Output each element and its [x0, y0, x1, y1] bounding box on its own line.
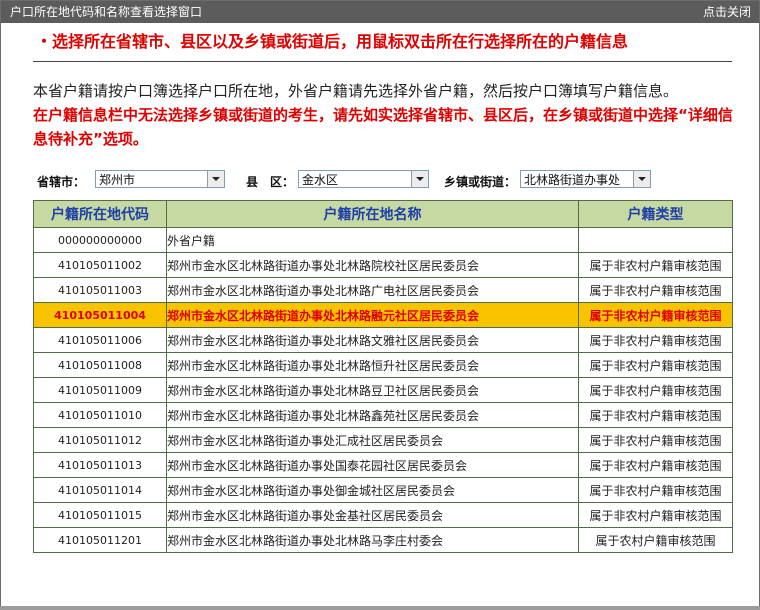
bottom-edge [0, 606, 760, 610]
town-select-value: 北林路街道办事处 [524, 173, 621, 187]
cell-code: 410105011013 [33, 452, 167, 478]
close-button[interactable]: 点击关闭 [703, 1, 751, 23]
instruction-note: 本省户籍请按户口簿选择户口所在地，外省户籍请先选择外省户籍，然后按户口簿填写户籍… [33, 79, 733, 151]
cell-type: 属于非农村户籍审核范围 [578, 427, 733, 453]
table-row[interactable]: 410105011201 郑州市金水区北林路街道办事处北林路马李庄村委会 属于农村户… [33, 527, 733, 553]
popup-window: 户口所在地代码和名称查看选择窗口 点击关闭 ・选择所在省辖市、县区以及乡镇或街道… [0, 0, 760, 608]
cell-name: 郑州市金水区北林路街道办事处北林路广电社区居民委员会 [166, 277, 579, 303]
column-header-code: 户籍所在地代码 [33, 200, 167, 228]
cell-code: 410105011014 [33, 477, 167, 503]
table-row[interactable]: 410105011012 郑州市金水区北林路街道办事处汇成社区居民委员会 属于非农村… [33, 427, 733, 453]
cell-code: 410105011010 [33, 402, 167, 428]
cell-code: 410105011012 [33, 427, 167, 453]
cell-code: 410105011009 [33, 377, 167, 403]
cell-type: 属于非农村户籍审核范围 [578, 327, 733, 353]
cell-type: 属于非农村户籍审核范围 [578, 502, 733, 528]
table-row[interactable]: 410105011010 郑州市金水区北林路街道办事处北林路鑫苑社区居民委员会 属于… [33, 402, 733, 428]
cell-type: 属于非农村户籍审核范围 [578, 352, 733, 378]
cell-type: 属于非农村户籍审核范围 [578, 377, 733, 403]
cell-type: 属于农村户籍审核范围 [578, 527, 733, 553]
cell-type: 属于非农村户籍审核范围 [578, 402, 733, 428]
note-text: 本省户籍请按户口簿选择户口所在地，外省户籍请先选择外省户籍，然后按户口簿填写户籍… [33, 82, 679, 100]
table-header-row: 户籍所在地代码 户籍所在地名称 户籍类型 [33, 200, 733, 228]
table-row[interactable]: 410105011004 郑州市金水区北林路街道办事处北林路融元社区居民委员会 属于… [33, 302, 733, 328]
cell-name: 郑州市金水区北林路街道办事处汇成社区居民委员会 [166, 427, 579, 453]
cell-name: 郑州市金水区北林路街道办事处北林路鑫苑社区居民委员会 [166, 402, 579, 428]
title-bar: 户口所在地代码和名称查看选择窗口 点击关闭 [1, 1, 759, 23]
chevron-down-icon[interactable] [633, 171, 650, 187]
cell-type: 属于非农村户籍审核范围 [578, 277, 733, 303]
instruction-headline: ・选择所在省辖市、县区以及乡镇或街道后，用鼠标双击所在行选择所在的户籍信息 [36, 32, 629, 51]
cell-type: 属于非农村户籍审核范围 [578, 477, 733, 503]
column-header-type: 户籍类型 [578, 200, 733, 228]
window-title: 户口所在地代码和名称查看选择窗口 [10, 5, 203, 19]
table-row[interactable]: 410105011009 郑州市金水区北林路街道办事处北林路豆卫社区居民委员会 属于… [33, 377, 733, 403]
cell-type: 属于非农村户籍审核范围 [578, 302, 733, 328]
cell-type [578, 227, 733, 253]
chevron-down-icon[interactable] [207, 171, 224, 187]
cell-code: 410105011008 [33, 352, 167, 378]
city-label: 省辖市： [37, 175, 86, 189]
cell-code: 410105011002 [33, 252, 167, 278]
cell-type: 属于非农村户籍审核范围 [578, 252, 733, 278]
cell-type: 属于非农村户籍审核范围 [578, 452, 733, 478]
chevron-down-icon[interactable] [411, 171, 428, 187]
table-row[interactable]: 410105011008 郑州市金水区北林路街道办事处北林路恒升社区居民委员会 属于… [33, 352, 733, 378]
table-row[interactable]: 410105011006 郑州市金水区北林路街道办事处北林路文雅社区居民委员会 属于… [33, 327, 733, 353]
table-row[interactable]: 410105011015 郑州市金水区北林路街道办事处金基社区居民委员会 属于非农村… [33, 502, 733, 528]
cell-code: 410105011006 [33, 327, 167, 353]
cell-name: 郑州市金水区北林路街道办事处御金城社区居民委员会 [166, 477, 579, 503]
cell-name: 郑州市金水区北林路街道办事处北林路马李庄村委会 [166, 527, 579, 553]
cell-name: 郑州市金水区北林路街道办事处北林路恒升社区居民委员会 [166, 352, 579, 378]
divider [33, 61, 732, 62]
table-row[interactable]: 410105011014 郑州市金水区北林路街道办事处御金城社区居民委员会 属于非农… [33, 477, 733, 503]
city-select-value: 郑州市 [99, 173, 136, 187]
cell-name: 郑州市金水区北林路街道办事处北林路融元社区居民委员会 [166, 302, 579, 328]
cell-name: 郑州市金水区北林路街道办事处北林路豆卫社区居民委员会 [166, 377, 579, 403]
column-header-name: 户籍所在地名称 [166, 200, 579, 228]
cell-name: 郑州市金水区北林路街道办事处北林路院校社区居民委员会 [166, 252, 579, 278]
household-table: 户籍所在地代码 户籍所在地名称 户籍类型 000000000000 外省户籍 410… [33, 200, 733, 553]
cell-code: 410105011003 [33, 277, 167, 303]
table-row[interactable]: 410105011003 郑州市金水区北林路街道办事处北林路广电社区居民委员会 属于… [33, 277, 733, 303]
table-row[interactable]: 410105011013 郑州市金水区北林路街道办事处国泰花园社区居民委员会 属于非… [33, 452, 733, 478]
note-warning: 在户籍信息栏中无法选择乡镇或街道的考生，请先如实选择省辖市、县区后，在乡镇或街道… [33, 106, 733, 148]
county-label: 县 区： [246, 175, 295, 189]
county-select-value: 金水区 [302, 173, 339, 187]
cell-name: 郑州市金水区北林路街道办事处国泰花园社区居民委员会 [166, 452, 579, 478]
town-select[interactable]: 北林路街道办事处 [520, 170, 651, 188]
cell-code: 410105011004 [33, 302, 167, 328]
table-row[interactable]: 410105011002 郑州市金水区北林路街道办事处北林路院校社区居民委员会 属于… [33, 252, 733, 278]
cell-name: 外省户籍 [166, 227, 579, 253]
cell-code: 410105011015 [33, 502, 167, 528]
town-label: 乡镇或街道： [444, 175, 517, 189]
city-select[interactable]: 郑州市 [95, 170, 225, 188]
county-select[interactable]: 金水区 [298, 170, 429, 188]
cell-name: 郑州市金水区北林路街道办事处金基社区居民委员会 [166, 502, 579, 528]
cell-code: 410105011201 [33, 527, 167, 553]
cell-name: 郑州市金水区北林路街道办事处北林路文雅社区居民委员会 [166, 327, 579, 353]
table-row[interactable]: 000000000000 外省户籍 [33, 227, 733, 253]
cell-code: 000000000000 [33, 227, 167, 253]
